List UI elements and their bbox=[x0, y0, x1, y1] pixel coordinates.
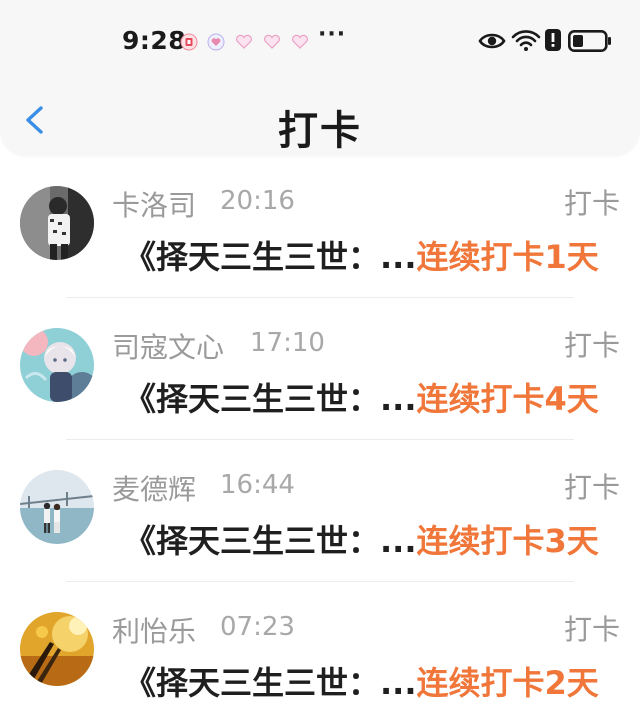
list-item[interactable]: 卡洛司 20:16 打卡 《择天三生三世：...连续打卡1天 bbox=[0, 156, 640, 298]
user-name: 利怡乐 bbox=[112, 615, 197, 648]
avatar[interactable] bbox=[20, 470, 94, 544]
alert-icon bbox=[545, 29, 561, 55]
page-title: 打卡 bbox=[278, 108, 362, 154]
book-title: 《择天三生三世：... bbox=[124, 238, 417, 276]
streak-text: 连续打卡1天 bbox=[416, 238, 599, 276]
status-time: 9:28 bbox=[122, 26, 187, 55]
checkin-message: 《择天三生三世：...连续打卡4天 bbox=[124, 374, 620, 420]
wifi-icon bbox=[511, 28, 541, 56]
streak-text: 连续打卡4天 bbox=[416, 380, 599, 418]
heart-icon bbox=[262, 33, 280, 51]
checkin-message: 《择天三生三世：...连续打卡2天 bbox=[124, 658, 620, 704]
user-name: 卡洛司 bbox=[112, 189, 197, 222]
action-label: 打卡 bbox=[563, 329, 620, 362]
checkin-message: 《择天三生三世：...连续打卡3天 bbox=[124, 516, 620, 562]
list-item[interactable]: 司寇文心 17:10 打卡 《择天三生三世：...连续打卡4天 bbox=[0, 298, 640, 440]
more-notifications-icon: ··· bbox=[318, 22, 347, 47]
user-name: 麦德辉 bbox=[112, 473, 197, 506]
user-name: 司寇文心 bbox=[112, 331, 225, 364]
timestamp: 17:10 bbox=[250, 328, 325, 358]
checkin-message: 《择天三生三世：...连续打卡1天 bbox=[124, 232, 620, 278]
heart-icon bbox=[234, 33, 252, 51]
book-title: 《择天三生三世：... bbox=[124, 522, 417, 560]
header-bar: 打卡 bbox=[0, 80, 640, 156]
timestamp: 20:16 bbox=[220, 186, 295, 216]
heart-icon bbox=[290, 33, 308, 51]
list-item[interactable]: 麦德辉 16:44 打卡 《择天三生三世：...连续打卡3天 bbox=[0, 440, 640, 582]
status-bar: 9:28 ··· bbox=[0, 0, 640, 80]
timestamp: 16:44 bbox=[220, 470, 295, 500]
app-notification-icon bbox=[180, 33, 198, 51]
timestamp: 07:23 bbox=[220, 612, 295, 642]
avatar[interactable] bbox=[20, 328, 94, 402]
eye-icon bbox=[478, 30, 506, 56]
list-item[interactable]: 利怡乐 07:23 打卡 《择天三生三世：...连续打卡2天 bbox=[0, 582, 640, 724]
book-title: 《择天三生三世：... bbox=[124, 380, 417, 418]
book-title: 《择天三生三世：... bbox=[124, 664, 417, 702]
battery-icon bbox=[567, 29, 612, 56]
checkin-list: 卡洛司 20:16 打卡 《择天三生三世：...连续打卡1天 司寇文心 17:1… bbox=[0, 156, 640, 724]
heart-icon bbox=[207, 33, 225, 51]
streak-text: 连续打卡2天 bbox=[416, 664, 599, 702]
action-label: 打卡 bbox=[563, 471, 620, 504]
avatar[interactable] bbox=[20, 186, 94, 260]
avatar[interactable] bbox=[20, 612, 94, 686]
action-label: 打卡 bbox=[563, 187, 620, 220]
action-label: 打卡 bbox=[563, 613, 620, 646]
streak-text: 连续打卡3天 bbox=[416, 522, 599, 560]
